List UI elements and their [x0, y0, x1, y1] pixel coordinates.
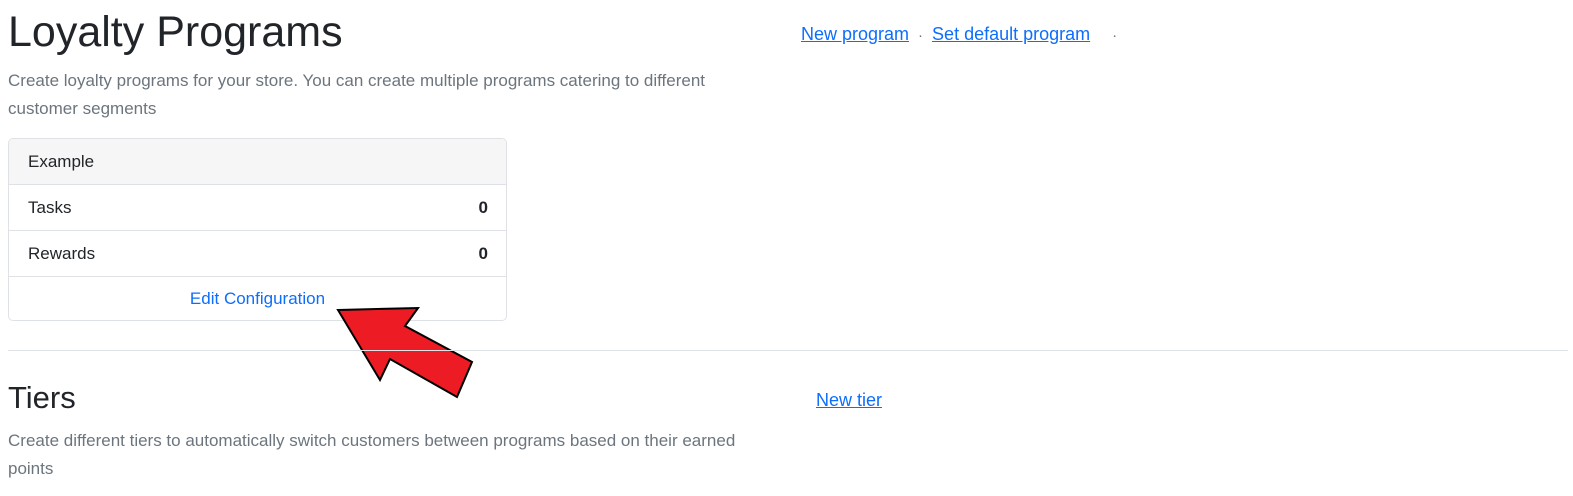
arrow-shape — [336, 306, 474, 399]
stat-value: 0 — [478, 197, 488, 217]
program-stat-row-rewards: Rewards 0 — [9, 231, 506, 277]
tier-actions: New tier — [816, 388, 882, 412]
program-stat-row-tasks: Tasks 0 — [9, 185, 506, 231]
header-actions: New program · Set default program · — [801, 22, 1126, 48]
edit-configuration-link[interactable]: Edit Configuration — [190, 289, 325, 309]
section-divider — [8, 350, 1568, 351]
program-card-header: Example — [9, 139, 506, 185]
stat-label: Tasks — [28, 197, 72, 217]
page-description: Create loyalty programs for your store. … — [8, 71, 706, 118]
program-name: Example — [28, 151, 95, 171]
program-card: Example Tasks 0 Rewards 0 Edit Configura… — [8, 138, 507, 321]
tiers-description: Create different tiers to automatically … — [8, 431, 736, 478]
action-separator: · — [1112, 27, 1118, 44]
stat-label: Rewards — [28, 243, 96, 263]
action-separator: · — [918, 27, 924, 44]
tiers-title: Tiers — [8, 380, 76, 415]
new-tier-link[interactable]: New tier — [816, 390, 882, 410]
stat-value: 0 — [478, 243, 488, 263]
loyalty-programs-page: Loyalty Programs Create loyalty programs… — [0, 0, 1573, 496]
new-program-link[interactable]: New program — [801, 24, 909, 44]
red-arrow-annotation — [336, 306, 474, 399]
set-default-program-link[interactable]: Set default program — [932, 24, 1090, 44]
page-title: Loyalty Programs — [8, 8, 343, 56]
